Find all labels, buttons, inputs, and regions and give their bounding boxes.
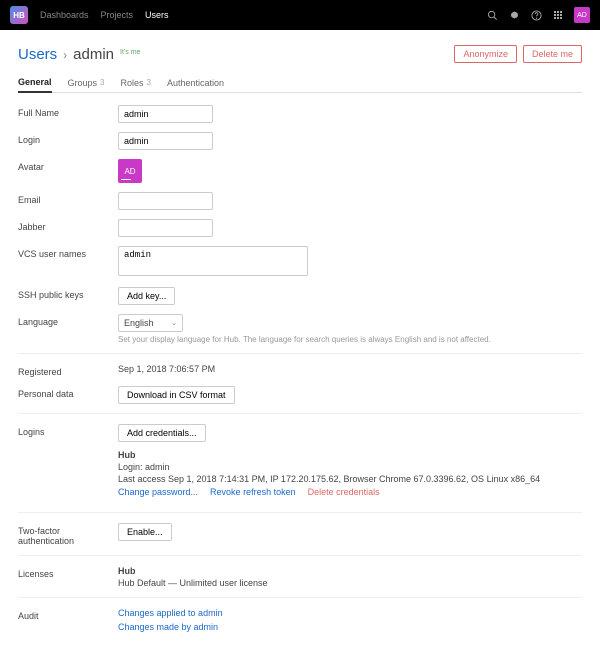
- tab-groups[interactable]: Groups3: [68, 73, 105, 92]
- credential-actions: Change password... Revoke refresh token …: [118, 487, 582, 497]
- change-password-link[interactable]: Change password...: [118, 487, 198, 497]
- label-language: Language: [18, 314, 118, 327]
- help-icon[interactable]: [530, 9, 542, 21]
- topbar-right: AD: [486, 7, 590, 23]
- breadcrumb-users-link[interactable]: Users: [18, 46, 57, 63]
- jabber-input[interactable]: [118, 219, 213, 237]
- tab-groups-label: Groups: [68, 78, 98, 88]
- row-audit: Audit Changes applied to admin Changes m…: [18, 597, 582, 632]
- license-title: Hub: [118, 566, 582, 576]
- label-audit: Audit: [18, 608, 118, 621]
- language-select[interactable]: English ⌄: [118, 314, 183, 332]
- delete-credentials-link[interactable]: Delete credentials: [308, 487, 380, 497]
- breadcrumb: Users › admin It's me: [18, 46, 140, 63]
- credential-block: Hub Login: admin Last access Sep 1, 2018…: [118, 450, 582, 497]
- nav-users[interactable]: Users: [145, 10, 169, 20]
- label-login: Login: [18, 132, 118, 145]
- tab-roles-label: Roles: [121, 78, 144, 88]
- search-icon[interactable]: [486, 9, 498, 21]
- tab-authentication-label: Authentication: [167, 78, 224, 88]
- topbar: HB Dashboards Projects Users AD: [0, 0, 600, 30]
- login-input[interactable]: [118, 132, 213, 150]
- topbar-left: HB Dashboards Projects Users: [10, 6, 169, 24]
- user-avatar[interactable]: AD: [574, 7, 590, 23]
- row-logins: Logins Add credentials... Hub Login: adm…: [18, 413, 582, 503]
- label-full-name: Full Name: [18, 105, 118, 118]
- credential-login: Login: admin: [118, 462, 582, 472]
- revoke-token-link[interactable]: Revoke refresh token: [210, 487, 296, 497]
- vcs-input[interactable]: admin: [118, 246, 308, 276]
- label-two-factor: Two-factor authentication: [18, 523, 118, 546]
- row-registered: Registered Sep 1, 2018 7:06:57 PM: [18, 353, 582, 377]
- row-licenses: Licenses Hub Hub Default — Unlimited use…: [18, 555, 582, 588]
- row-jabber: Jabber: [18, 219, 582, 237]
- gear-icon[interactable]: [508, 9, 520, 21]
- full-name-input[interactable]: [118, 105, 213, 123]
- language-selected: English: [124, 318, 154, 328]
- registered-value: Sep 1, 2018 7:06:57 PM: [118, 364, 582, 374]
- label-jabber: Jabber: [18, 219, 118, 232]
- page-title: admin: [73, 46, 114, 63]
- label-avatar: Avatar: [18, 159, 118, 172]
- label-email: Email: [18, 192, 118, 205]
- page-content: Users › admin It's me Anonymize Delete m…: [0, 30, 600, 656]
- row-vcs: VCS user names admin: [18, 246, 582, 278]
- page-header: Users › admin It's me Anonymize Delete m…: [18, 45, 582, 63]
- license-detail: Hub Default — Unlimited user license: [118, 578, 582, 588]
- credential-last-access: Last access Sep 1, 2018 7:14:31 PM, IP 1…: [118, 474, 582, 484]
- breadcrumb-separator: ›: [63, 48, 67, 62]
- row-two-factor: Two-factor authentication Enable...: [18, 512, 582, 546]
- avatar-preview[interactable]: AD: [118, 159, 142, 183]
- row-language: Language English ⌄ Set your display lang…: [18, 314, 582, 344]
- audit-applied-link[interactable]: Changes applied to admin: [118, 608, 223, 618]
- email-input[interactable]: [118, 192, 213, 210]
- tab-roles-count: 3: [147, 78, 151, 87]
- label-licenses: Licenses: [18, 566, 118, 579]
- nav-projects[interactable]: Projects: [101, 10, 134, 20]
- add-key-button[interactable]: Add key...: [118, 287, 175, 305]
- row-email: Email: [18, 192, 582, 210]
- delete-me-button[interactable]: Delete me: [523, 45, 582, 63]
- label-ssh: SSH public keys: [18, 287, 118, 300]
- row-avatar: Avatar AD: [18, 159, 582, 183]
- header-actions: Anonymize Delete me: [454, 45, 582, 63]
- row-ssh: SSH public keys Add key...: [18, 287, 582, 305]
- its-me-badge: It's me: [120, 49, 140, 56]
- row-full-name: Full Name: [18, 105, 582, 123]
- chevron-down-icon: ⌄: [171, 319, 177, 327]
- audit-made-link[interactable]: Changes made by admin: [118, 622, 218, 632]
- tab-general[interactable]: General: [18, 73, 52, 93]
- tab-roles[interactable]: Roles3: [121, 73, 151, 92]
- download-csv-button[interactable]: Download in CSV format: [118, 386, 235, 404]
- nav-dashboards[interactable]: Dashboards: [40, 10, 89, 20]
- apps-icon[interactable]: [552, 9, 564, 21]
- row-personal-data: Personal data Download in CSV format: [18, 386, 582, 404]
- row-login: Login: [18, 132, 582, 150]
- enable-2fa-button[interactable]: Enable...: [118, 523, 172, 541]
- anonymize-button[interactable]: Anonymize: [454, 45, 517, 63]
- label-personal-data: Personal data: [18, 386, 118, 399]
- app-logo[interactable]: HB: [10, 6, 28, 24]
- tab-authentication[interactable]: Authentication: [167, 73, 224, 92]
- language-hint: Set your display language for Hub. The l…: [118, 335, 582, 344]
- label-logins: Logins: [18, 424, 118, 437]
- label-registered: Registered: [18, 364, 118, 377]
- label-vcs: VCS user names: [18, 246, 118, 259]
- add-credentials-button[interactable]: Add credentials...: [118, 424, 206, 442]
- tabs: General Groups3 Roles3 Authentication: [18, 73, 582, 93]
- tab-general-label: General: [18, 77, 52, 87]
- credential-title: Hub: [118, 450, 582, 460]
- tab-groups-count: 3: [100, 78, 104, 87]
